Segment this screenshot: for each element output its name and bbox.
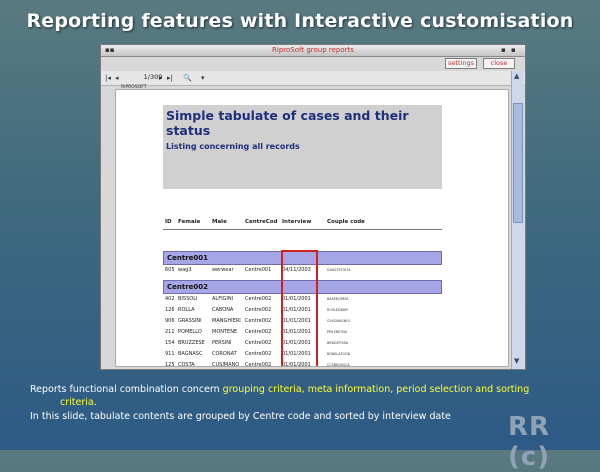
group-label: Centre002: [167, 283, 209, 291]
cell-centre: Centre002: [245, 307, 272, 313]
cell-female: BRUZZESE: [178, 340, 205, 346]
cell-id: 154: [165, 340, 175, 346]
caption-line-2: In this slide, tabulate contents are gro…: [30, 411, 451, 422]
report-subtitle: Listing concerning all records: [166, 142, 300, 151]
window-minimize-icon[interactable]: ▪: [501, 46, 506, 55]
dropdown-icon[interactable]: ▾: [201, 73, 205, 83]
caption-highlight-cont: criteria: [60, 397, 94, 408]
caption-suffix: .: [93, 397, 97, 408]
column-header-couple-code: Couple code: [327, 219, 365, 225]
cell-couple-code: CCSBKCBGCA: [327, 362, 350, 367]
window-title: RiproSoft group reports: [272, 46, 354, 54]
cell-female: BISSOLI: [178, 296, 198, 302]
slide-title: Reporting features with Interactive cust…: [26, 10, 574, 32]
cell-male: CABONA: [212, 307, 234, 313]
cell-id: 402: [165, 296, 175, 302]
cell-female: GRASSINI: [178, 318, 202, 324]
cell-male: CUSIMANO: [212, 362, 240, 367]
column-header-id: ID: [165, 219, 172, 225]
column-header-female: Female: [178, 219, 201, 225]
cell-centre: Centre002: [245, 296, 272, 302]
report-viewer-window: RiproSoft group reports ▪▪ ▪ ▪ settings …: [100, 44, 526, 370]
settings-button[interactable]: settings: [445, 58, 477, 69]
zoom-icon[interactable]: 🔍: [183, 73, 192, 83]
cell-female: COSTA: [178, 362, 195, 367]
header-divider: [163, 229, 442, 230]
interview-column-highlight: [281, 250, 318, 366]
first-page-icon[interactable]: |◂: [105, 73, 111, 83]
cell-male: ALFIGINI: [212, 296, 234, 302]
cell-centre: Centre001: [245, 267, 272, 273]
cell-female: BAGNASC: [178, 351, 203, 357]
vertical-scrollbar[interactable]: ▲ ▼: [511, 71, 524, 369]
close-button[interactable]: close: [483, 58, 515, 69]
report-title: Simple tabulate of cases and their statu…: [166, 108, 409, 138]
cell-male: werwear: [212, 267, 234, 273]
cell-id: 125: [165, 362, 175, 367]
cell-id: 911: [165, 351, 175, 357]
scrollbar-thumb[interactable]: [513, 103, 523, 223]
scroll-down-icon[interactable]: ▼: [514, 357, 519, 365]
scroll-up-icon[interactable]: ▲: [514, 72, 519, 80]
cell-male: CORONAT: [212, 351, 237, 357]
cell-couple-code: BGBALAFGGB: [327, 351, 350, 356]
report-page: Simple tabulate of cases and their statu…: [115, 89, 509, 367]
page-indicator[interactable]: 1/309: [123, 72, 183, 82]
report-header: Simple tabulate of cases and their statu…: [163, 105, 442, 189]
cell-centre: Centre002: [245, 362, 272, 367]
cell-id: 906: [165, 318, 175, 324]
cell-female: wag3: [178, 267, 192, 273]
caption-line-1-cont: criteria.: [60, 396, 600, 409]
cell-couple-code: BRBZSPISBA: [327, 340, 349, 345]
cell-id: 605: [165, 267, 175, 273]
watermark: RR (c): [508, 412, 551, 472]
group-label: Centre001: [167, 254, 209, 262]
cell-couple-code: ROSLEDBAPI: [327, 307, 349, 312]
column-header-interview: Interview: [282, 219, 312, 225]
column-header-centrecod: CentreCod: [245, 219, 278, 225]
cell-female: ROLLA: [178, 307, 195, 313]
cell-male: MANGHIERI: [212, 318, 241, 324]
cell-couple-code: BASEKQPATA: [327, 296, 349, 301]
cell-id: 211: [165, 329, 175, 335]
window-maximize-icon[interactable]: ▪: [511, 46, 516, 55]
cell-centre: Centre002: [245, 351, 272, 357]
cell-centre: Centre002: [245, 340, 272, 346]
cell-couple-code: GHASTEFGLTA: [327, 267, 351, 272]
window-menu-icon[interactable]: ▪▪: [105, 46, 115, 55]
caption-prefix: Reports functional combination concern: [30, 384, 223, 395]
cell-male: PERSINI: [212, 340, 232, 346]
caption-line-1: Reports functional combination concern g…: [30, 383, 590, 396]
column-header-male: Male: [212, 219, 227, 225]
prev-page-icon[interactable]: ◂: [115, 73, 119, 83]
cell-centre: Centre002: [245, 318, 272, 324]
cell-male: MONTENE: [212, 329, 238, 335]
cell-id: 126: [165, 307, 175, 313]
cell-centre: Centre002: [245, 329, 272, 335]
caption-highlight: grouping criteria, meta information, per…: [222, 384, 530, 395]
cell-couple-code: GVSSMAGNGI: [327, 318, 350, 323]
window-titlebar: RiproSoft group reports ▪▪ ▪ ▪: [101, 45, 525, 57]
cell-female: POMELLO: [178, 329, 202, 335]
cell-couple-code: PMLEBETNA: [327, 329, 348, 334]
